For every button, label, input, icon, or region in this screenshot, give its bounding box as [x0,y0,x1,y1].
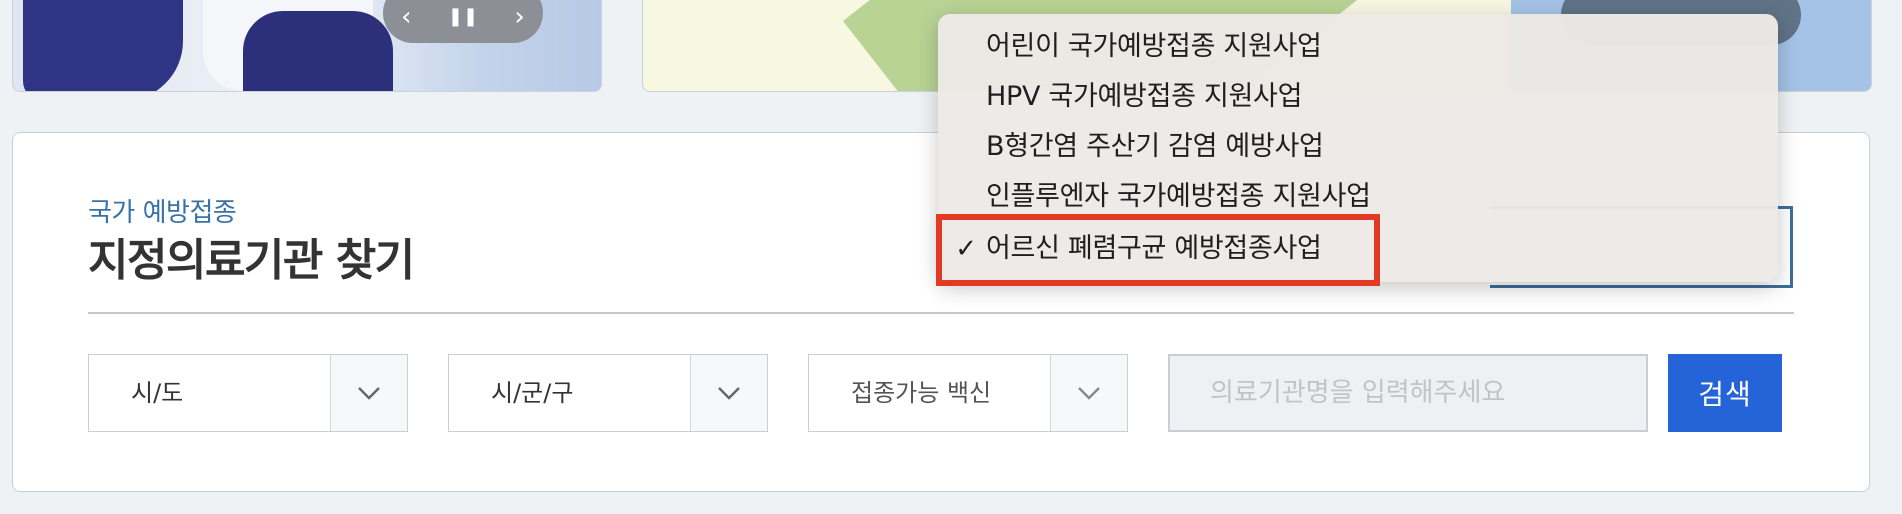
vaccine-select[interactable]: 접종가능 백신 [808,354,1128,432]
slider-controls: ‹ ❚❚ › [383,0,543,43]
divider [88,312,1794,314]
chevron-down-icon[interactable] [690,355,767,431]
sigungu-select[interactable]: 시/군/구 [448,354,768,432]
sido-select-label: 시/도 [131,379,184,407]
sigungu-select-label: 시/군/구 [491,379,574,407]
dropdown-item-label: B형간염 주산기 감염 예방사업 [986,131,1324,162]
dropdown-item[interactable]: B형간염 주산기 감염 예방사업 [938,122,1778,172]
clinic-name-input[interactable]: 의료기관명을 입력해주세요 [1168,354,1648,432]
page-title: 지정의료기관 찾기 [88,235,415,286]
vaccine-select-label: 접종가능 백신 [851,379,992,407]
dropdown-item[interactable]: HPV 국가예방접종 지원사업 [938,72,1778,122]
chevron-left-icon[interactable]: ‹ [401,0,411,37]
dropdown-item-label: 어린이 국가예방접종 지원사업 [986,31,1322,62]
search-button[interactable]: 검색 [1668,354,1782,432]
chevron-down-icon[interactable] [1050,355,1127,431]
pause-icon[interactable]: ❚❚ [448,0,478,37]
selection-highlight-box [936,214,1380,286]
dropdown-item-label: HPV 국가예방접종 지원사업 [986,81,1303,112]
banner-illustration-person [23,0,183,91]
chevron-right-icon[interactable]: › [514,0,524,37]
chevron-down-icon[interactable] [330,355,407,431]
banner-left: ‹ ❚❚ › [12,0,602,92]
sido-select[interactable]: 시/도 [88,354,408,432]
banner-illustration-chair [243,11,393,91]
dropdown-item[interactable]: 어린이 국가예방접종 지원사업 [938,22,1778,72]
